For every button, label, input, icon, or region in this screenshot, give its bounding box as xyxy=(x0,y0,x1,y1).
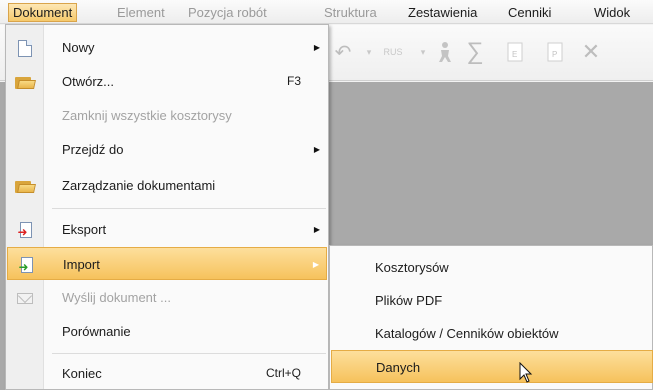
menu-item-label: Zarządzanie dokumentami xyxy=(62,178,216,193)
menu-item-otworz[interactable]: Otwórz... F3 xyxy=(7,65,327,98)
submenu-item-label: Katalogów / Cenników obiektów xyxy=(375,326,559,341)
dropdown-arrow-icon[interactable]: ▾ xyxy=(356,39,382,65)
export-p-icon[interactable]: P xyxy=(542,39,568,65)
submenu-item-plikow-pdf[interactable]: Plików PDF xyxy=(331,284,653,317)
import-icon: ➜ xyxy=(16,255,36,275)
mouse-cursor-icon xyxy=(519,362,533,383)
submenu-arrow-icon: ▶ xyxy=(313,225,320,234)
submenu-arrow-icon: ▶ xyxy=(313,43,320,52)
export-p-label: P xyxy=(552,50,557,59)
menu-pozycja-robot[interactable]: Pozycja robót xyxy=(184,3,271,22)
menu-item-koniec[interactable]: Koniec Ctrl+Q xyxy=(7,357,327,390)
menu-item-label: Zamknij wszystkie kosztorysy xyxy=(62,108,232,123)
menu-item-przejdz-do[interactable]: Przejdź do ▶ xyxy=(7,133,327,166)
menu-item-zamknij-wszystkie: Zamknij wszystkie kosztorysy xyxy=(7,99,327,132)
rus-label: RUS xyxy=(383,47,403,57)
submenu-item-label: Danych xyxy=(376,360,421,375)
menu-element[interactable]: Element xyxy=(113,3,169,22)
shortcut-label: Ctrl+Q xyxy=(265,366,301,380)
menu-dokument[interactable]: Dokument xyxy=(8,3,78,22)
export-e-icon[interactable]: E xyxy=(502,39,528,65)
menu-item-label: Import xyxy=(63,257,100,272)
menu-item-label: Porównanie xyxy=(62,324,131,339)
person-icon[interactable] xyxy=(432,39,458,65)
menu-zestawienia[interactable]: Zestawienia xyxy=(404,3,481,22)
menu-widok[interactable]: Widok xyxy=(590,3,634,22)
submenu-item-katalogow-cennikow[interactable]: Katalogów / Cenników obiektów xyxy=(331,317,653,350)
menu-item-label: Przejdź do xyxy=(62,142,124,157)
export-e-label: E xyxy=(512,50,517,59)
submenu-arrow-icon: ▶ xyxy=(312,260,319,269)
sum-icon[interactable]: ∑ xyxy=(462,38,488,65)
menu-item-zarzadzanie-dokumentami[interactable]: Zarządzanie dokumentami xyxy=(7,169,327,202)
undo-icon[interactable]: ↶ xyxy=(330,39,356,65)
menu-item-porownanie[interactable]: Porównanie xyxy=(7,315,327,348)
menu-item-import[interactable]: ➜ Import ▶ xyxy=(7,247,327,280)
shortcut-label: F3 xyxy=(286,74,301,88)
menu-item-label: Koniec xyxy=(62,366,102,381)
menu-item-label: Wyślij dokument ... xyxy=(62,290,171,305)
import-submenu: Kosztorysów Plików PDF Katalogów / Cenni… xyxy=(329,245,653,390)
new-document-icon xyxy=(15,38,35,58)
submenu-arrow-icon: ▶ xyxy=(313,145,320,154)
menu-separator xyxy=(52,353,326,354)
menu-item-wyslij-dokument: Wyślij dokument ... xyxy=(7,281,327,314)
submenu-item-label: Kosztorysów xyxy=(375,260,449,275)
menu-item-eksport[interactable]: ➜ Eksport ▶ xyxy=(7,213,327,246)
dokument-menu: Nowy ▶ Otwórz... F3 Zamknij wszystkie ko… xyxy=(5,24,329,390)
export-icon: ➜ xyxy=(15,220,35,240)
menu-cenniki[interactable]: Cenniki xyxy=(504,3,555,22)
menu-item-label: Otwórz... xyxy=(62,74,115,89)
open-folder-icon xyxy=(15,72,36,92)
menu-separator xyxy=(52,208,326,209)
menu-bar: Dokument Element Pozycja robót Struktura… xyxy=(0,0,653,24)
menu-item-nowy[interactable]: Nowy ▶ xyxy=(7,31,327,64)
mail-icon xyxy=(15,288,35,308)
submenu-item-kosztorysow[interactable]: Kosztorysów xyxy=(331,251,653,284)
menu-item-label: Nowy xyxy=(62,40,95,55)
submenu-item-label: Plików PDF xyxy=(375,293,443,308)
delete-icon[interactable]: ✕ xyxy=(578,39,604,65)
menu-struktura[interactable]: Struktura xyxy=(320,3,381,22)
folder-icon xyxy=(15,176,36,196)
menu-item-label: Eksport xyxy=(62,222,107,237)
submenu-item-danych[interactable]: Danych xyxy=(331,350,653,383)
rus-icon[interactable]: RUS xyxy=(380,39,406,65)
